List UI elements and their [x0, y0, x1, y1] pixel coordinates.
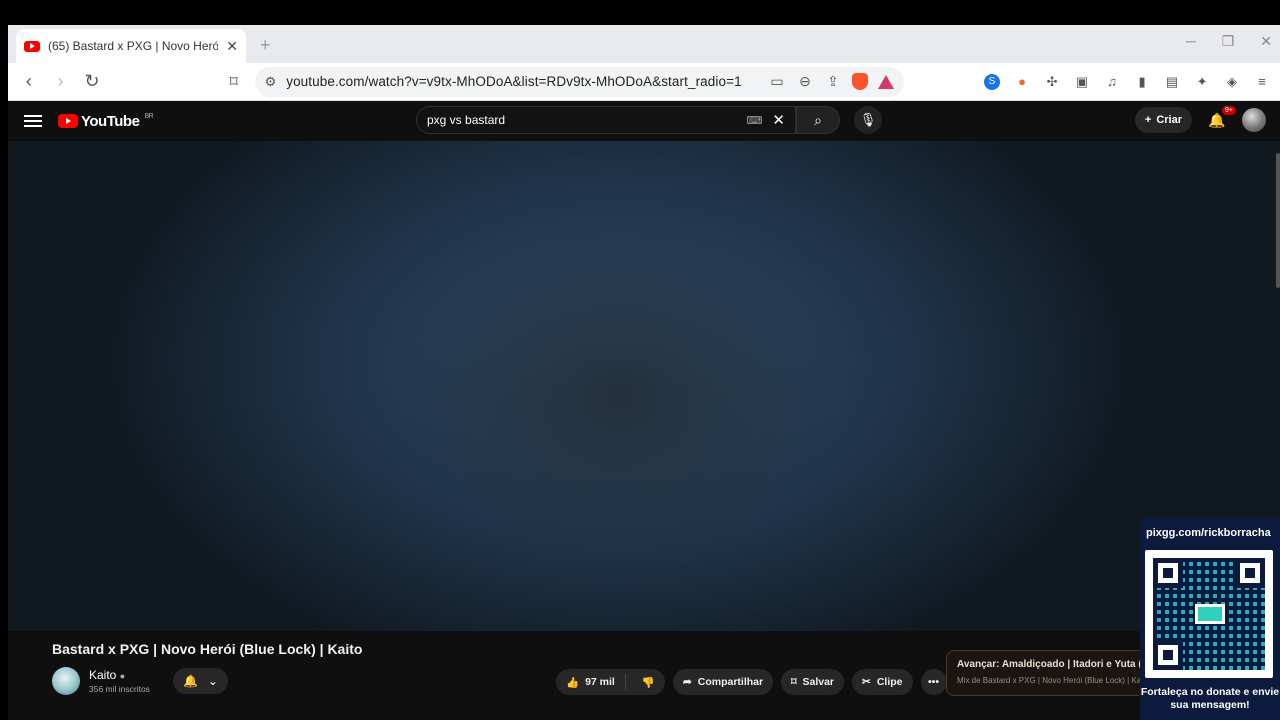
like-dislike-group: 👍 97 mil 👎 [556, 669, 665, 695]
music-icon[interactable]: ♫ [1104, 74, 1120, 90]
minimize-icon[interactable]: ─ [1186, 33, 1196, 50]
youtube-header: YouTube BR pxg vs bastard ⌨ ✕ ⌕ 🎙 + Cria… [8, 101, 1280, 141]
up-next-subtitle: Mix de Bastard x PXG | Novo Herói (Blue … [957, 676, 1146, 685]
up-next-title: Avançar: Amaldiçoado | Itadori e Yuta (J… [957, 659, 1146, 670]
share-icon[interactable]: ⇪ [824, 73, 842, 90]
share-arrow-icon: ➦ [682, 676, 692, 688]
video-actions: 👍 97 mil 👎 ➦ Compartilhar ⌑ Salvar ✂ Cli… [556, 669, 947, 695]
cast-icon[interactable]: ▭ [768, 73, 786, 90]
thumbs-up-icon: 👍 [566, 676, 580, 689]
address-bar[interactable]: ⚙ youtube.com/watch?v=v9tx-MhODoA&list=R… [254, 66, 905, 97]
channel-name[interactable]: Kaito [89, 668, 116, 682]
more-actions-button[interactable]: ••• [920, 669, 947, 695]
site-settings-icon[interactable]: ⚙ [265, 74, 277, 90]
brave-shields-icon[interactable] [852, 73, 869, 90]
qr-code [1145, 550, 1273, 678]
video-title: Bastard x PXG | Novo Herói (Blue Lock) |… [52, 641, 363, 657]
region-code: BR [144, 112, 154, 120]
qr-center-logo [1195, 604, 1225, 624]
forward-icon[interactable]: › [50, 71, 72, 92]
more-icon: ••• [927, 676, 940, 688]
create-label: Criar [1156, 114, 1182, 126]
ai-sparkle-icon[interactable]: ✦ [1194, 74, 1210, 90]
restore-icon[interactable]: ❐ [1222, 33, 1235, 50]
clip-button[interactable]: ✂ Clipe [852, 669, 913, 695]
account-avatar[interactable] [1242, 108, 1266, 132]
qr-finder-bottom-left [1153, 640, 1183, 670]
notifications-bell-icon[interactable]: 🔔 9+ [1206, 105, 1236, 129]
vpn-shield-icon[interactable]: ◈ [1224, 74, 1240, 90]
voice-search-icon[interactable]: 🎙 [854, 106, 882, 134]
new-tab-button[interactable]: + [260, 35, 271, 56]
youtube-play-icon [58, 114, 78, 128]
verified-icon: ● [119, 671, 126, 681]
youtube-logo[interactable]: YouTube BR [58, 112, 154, 130]
clear-search-icon[interactable]: ✕ [772, 111, 785, 129]
qr-finder-top-left [1153, 558, 1183, 588]
clip-label: Clipe [876, 676, 903, 688]
search-button[interactable]: ⌕ [796, 106, 840, 134]
donation-link: pixgg.com/rickborracha [1146, 527, 1271, 539]
sidebar-icon[interactable]: ▮ [1134, 74, 1150, 90]
notifications-badge: 9+ [1222, 105, 1236, 115]
tab-title: (65) Bastard x PXG | Novo Herói (Blue Lo… [48, 39, 219, 53]
zoom-icon[interactable]: ⊖ [796, 73, 814, 90]
wallet-icon[interactable]: ▤ [1164, 74, 1180, 90]
video-player[interactable] [8, 141, 1280, 631]
browser-toolbar: ‹ › ↻ ⌑ ⚙ youtube.com/watch?v=v9tx-MhODo… [8, 63, 1280, 101]
save-button[interactable]: ⌑ Salvar [781, 669, 845, 695]
screenshot-extension-icon[interactable]: ▣ [1074, 74, 1090, 90]
share-button[interactable]: ➦ Compartilhar [672, 669, 774, 695]
header-actions: + Criar 🔔 9+ [1134, 105, 1266, 133]
shazam-extension-icon[interactable]: S [984, 73, 1001, 90]
keyboard-icon[interactable]: ⌨ [747, 114, 763, 127]
save-label: Salvar [802, 676, 835, 688]
like-button[interactable]: 👍 97 mil [556, 674, 626, 690]
search-query[interactable]: pxg vs bastard [427, 113, 747, 127]
back-icon[interactable]: ‹ [18, 71, 40, 92]
qr-finder-top-right [1235, 558, 1265, 588]
logo-text: YouTube [81, 112, 140, 130]
tab-close-icon[interactable]: ✕ [226, 38, 238, 55]
page-scrollbar[interactable] [1276, 153, 1280, 288]
chevron-down-icon: ⌄ [207, 674, 218, 688]
dislike-button[interactable]: 👎 [632, 676, 665, 689]
subscription-bell-button[interactable]: 🔔 ⌄ [172, 668, 228, 694]
browser-window: (65) Bastard x PXG | Novo Herói (Blue Lo… [8, 25, 1280, 720]
channel-info: Kaito ● 356 mil inscritos [89, 668, 150, 694]
channel-avatar[interactable] [52, 667, 80, 695]
plus-icon: + [1144, 114, 1152, 126]
window-controls: ─ ❐ ✕ [1186, 33, 1272, 50]
thumbs-down-icon: 👎 [641, 676, 655, 689]
tab-strip: (65) Bastard x PXG | Novo Herói (Blue Lo… [8, 25, 1280, 63]
save-bookmark-icon: ⌑ [791, 676, 797, 688]
scissors-icon: ✂ [862, 676, 871, 688]
qr-pattern [1153, 558, 1265, 670]
hamburger-menu-icon[interactable] [24, 115, 42, 127]
url-text[interactable]: youtube.com/watch?v=v9tx-MhODoA&list=RDv… [286, 74, 758, 89]
close-window-icon[interactable]: ✕ [1260, 33, 1272, 50]
channel-row: Kaito ● 356 mil inscritos 🔔 ⌄ [52, 667, 228, 695]
donation-message: Fortaleça no donate e envie sua mensagem… [1140, 686, 1280, 711]
menu-icon[interactable]: ≡ [1254, 74, 1270, 90]
active-tab[interactable]: (65) Bastard x PXG | Novo Herói (Blue Lo… [16, 29, 246, 63]
youtube-favicon-icon [24, 40, 40, 52]
like-count: 97 mil [585, 676, 615, 688]
up-next-card[interactable]: Avançar: Amaldiçoado | Itadori e Yuta (J… [946, 650, 1146, 696]
search-input[interactable]: pxg vs bastard ⌨ ✕ [416, 106, 796, 134]
puzzle-extensions-icon[interactable]: ✣ [1044, 74, 1060, 90]
bookmark-icon[interactable]: ⌑ [223, 72, 245, 92]
brave-rewards-icon[interactable] [878, 74, 895, 89]
search-area: pxg vs bastard ⌨ ✕ ⌕ 🎙 [416, 106, 882, 134]
share-label: Compartilhar [697, 676, 764, 688]
video-info: Bastard x PXG | Novo Herói (Blue Lock) |… [8, 631, 1280, 720]
bell-icon: 🔔 [182, 674, 198, 688]
screen: (65) Bastard x PXG | Novo Herói (Blue Lo… [0, 0, 1280, 720]
extensions-area: S ● ✣ ▣ ♫ ▮ ▤ ✦ ◈ ≡ [984, 73, 1270, 90]
create-button[interactable]: + Criar [1134, 107, 1192, 133]
reload-icon[interactable]: ↻ [81, 71, 103, 92]
fire-extension-icon[interactable]: ● [1014, 74, 1030, 90]
subscriber-count: 356 mil inscritos [89, 684, 150, 694]
donation-overlay: pixgg.com/rickborracha Fortaleça no dona… [1140, 518, 1280, 720]
